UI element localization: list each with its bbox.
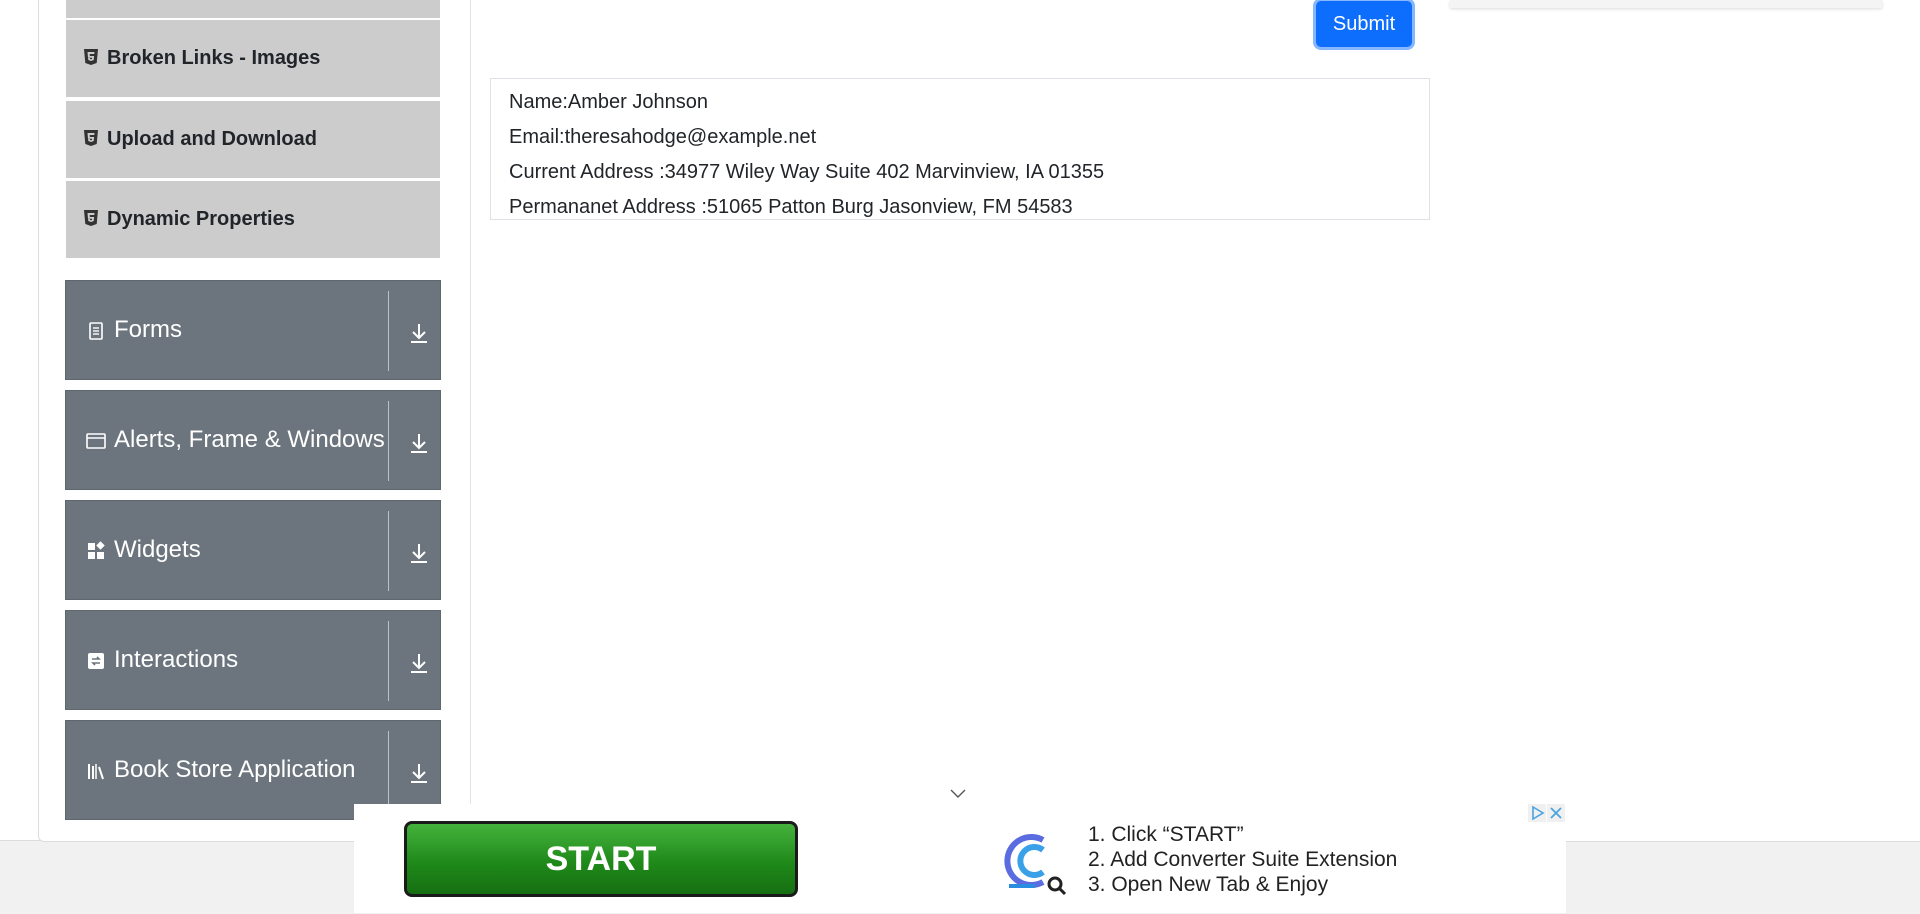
group-separator [388,621,389,701]
ad-step: 2. Add Converter Suite Extension [1088,848,1398,871]
sidebar-group-alerts-frame-windows[interactable]: Alerts, Frame & Windows [65,390,441,490]
download-arrow-icon[interactable] [408,651,430,675]
chevron-down-icon[interactable] [949,786,967,800]
group-label: Widgets [114,536,201,563]
html5-icon [84,48,98,65]
html5-icon [84,129,98,146]
ad-start-button[interactable]: START [404,821,798,897]
converter-logo-icon [1004,834,1067,896]
sidebar-item-dynamic-properties[interactable]: Dynamic Properties [66,181,440,259]
widgets-icon [88,541,105,559]
ad-step: 1. Click “START” [1088,823,1244,846]
sidebar-group-widgets[interactable]: Widgets [65,500,441,600]
submit-button[interactable]: Submit [1316,1,1412,47]
group-separator [388,511,389,591]
group-label: Alerts, Frame & Windows [114,426,385,453]
books-icon [88,764,104,780]
download-arrow-icon[interactable] [408,541,430,565]
output-name: Name:Amber Johnson [509,91,708,113]
sidebar-item-previous[interactable] [66,0,440,18]
ad-choices-icon[interactable] [1528,804,1546,822]
group-separator [388,731,389,811]
interaction-icon [88,653,104,669]
sidebar-item-broken-links-images[interactable]: Broken Links - Images [66,20,440,98]
output-email: Email:theresahodge@example.net [509,126,817,148]
ad-step: 3. Open New Tab & Enjoy [1088,873,1329,896]
sidebar-item-upload-and-download[interactable]: Upload and Download [66,101,440,179]
html5-icon [84,209,98,226]
sidebar-group-forms[interactable]: Forms [65,280,441,380]
group-label: Book Store Application [114,756,356,783]
download-arrow-icon[interactable] [408,431,430,455]
window-icon [86,433,106,449]
output-permanent-address: Permananet Address :51065 Patton Burg Ja… [509,196,1073,218]
ad-banner[interactable]: START 1. Click “START” 2. Add Converter … [354,804,1566,913]
sidebar-item-label: Dynamic Properties [107,208,295,230]
ad-steps: 1. Click “START” 2. Add Converter Suite … [1088,822,1397,897]
document-icon [89,322,103,340]
close-icon[interactable] [1547,804,1565,822]
download-arrow-icon[interactable] [408,321,430,345]
output-current-address: Current Address :34977 Wiley Way Suite 4… [509,161,1105,183]
sidebar-divider [470,0,471,808]
group-separator [388,401,389,481]
group-separator [388,291,389,371]
output-box: Name:Amber Johnson Email:theresahodge@ex… [490,78,1430,220]
group-label: Forms [114,316,182,343]
group-label: Interactions [114,646,239,673]
side-card [1450,0,1882,8]
sidebar-item-label: Broken Links - Images [107,47,321,69]
sidebar-item-label: Upload and Download [107,128,317,150]
sidebar-group-interactions[interactable]: Interactions [65,610,441,710]
download-arrow-icon[interactable] [408,761,430,785]
